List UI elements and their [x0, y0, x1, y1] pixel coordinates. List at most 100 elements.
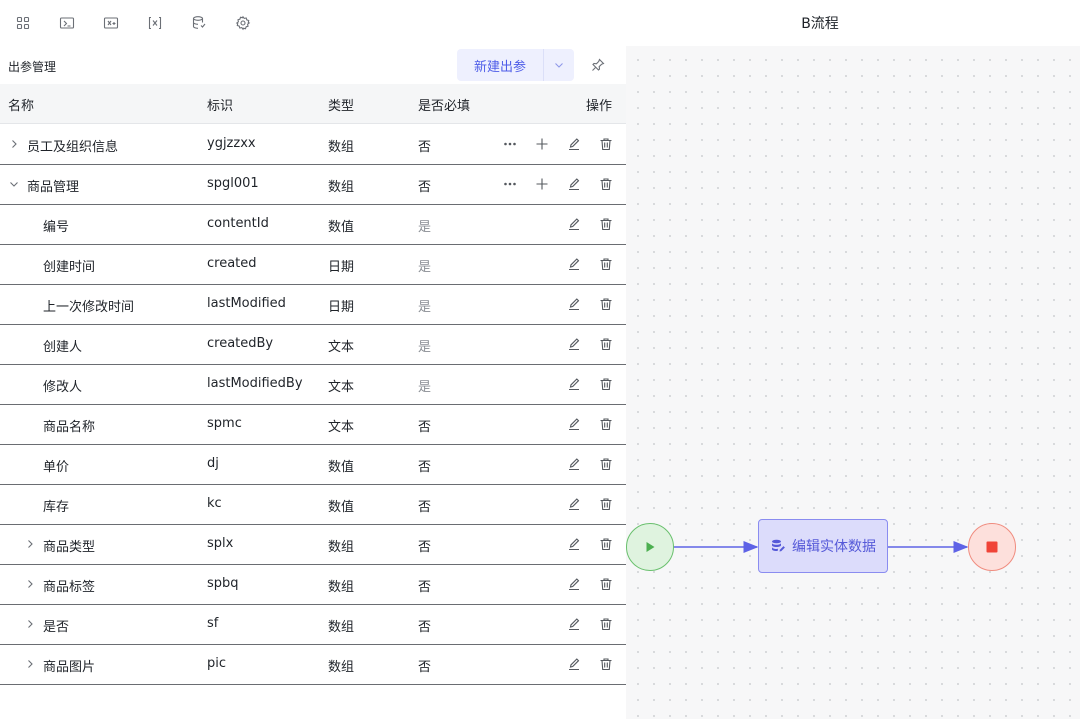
table-row[interactable]: 库存 kc 数值 否 [0, 485, 626, 525]
delete-icon[interactable] [598, 296, 614, 312]
delete-icon[interactable] [598, 416, 614, 432]
header-type: 类型 [328, 99, 355, 114]
edit-icon[interactable] [566, 536, 582, 552]
start-node[interactable] [626, 523, 674, 571]
param-name: 单价 [43, 460, 70, 475]
chevron-right-icon[interactable] [25, 657, 37, 671]
param-required: 否 [418, 180, 432, 195]
output-params-panel: 出参管理 新建出参 名称 标识 类型 是否必填 操作 员工及组织信息 ygjzzx… [0, 46, 626, 719]
flow-canvas[interactable]: 编辑实体数据 [626, 46, 1080, 719]
delete-icon[interactable] [598, 496, 614, 512]
param-required: 否 [418, 620, 432, 635]
table-row[interactable]: 是否 sf 数组 否 [0, 605, 626, 645]
edit-icon[interactable] [566, 376, 582, 392]
more-icon[interactable] [502, 176, 518, 192]
chevron-right-icon[interactable] [25, 617, 37, 631]
table-row[interactable]: 商品标签 spbq 数组 否 [0, 565, 626, 605]
edit-icon[interactable] [566, 296, 582, 312]
edit-icon[interactable] [566, 456, 582, 472]
param-id: spbq [207, 576, 239, 591]
param-type: 数值 [328, 220, 355, 235]
flow-title: B流程 [801, 16, 839, 32]
param-required: 否 [418, 540, 432, 555]
panel-title: 出参管理 [8, 60, 57, 74]
edit-icon[interactable] [566, 416, 582, 432]
param-id: contentId [207, 216, 269, 231]
param-required: 否 [418, 580, 432, 595]
table-row[interactable]: 创建时间 created 日期 是 [0, 245, 626, 285]
edit-icon[interactable] [566, 656, 582, 672]
database-icon[interactable] [190, 14, 208, 32]
param-type: 数组 [328, 180, 355, 195]
database-edit-icon [770, 538, 786, 554]
edit-icon[interactable] [566, 576, 582, 592]
edit-entity-task-node[interactable]: 编辑实体数据 [758, 519, 888, 573]
pin-icon[interactable] [588, 55, 608, 75]
param-name: 创建人 [43, 340, 83, 355]
add-child-icon[interactable] [534, 136, 550, 152]
edit-icon[interactable] [566, 616, 582, 632]
table-row[interactable]: 上一次修改时间 lastModified 日期 是 [0, 285, 626, 325]
param-id: spmc [207, 416, 242, 431]
edit-icon[interactable] [566, 136, 582, 152]
chevron-right-icon[interactable] [25, 577, 37, 591]
table-row[interactable]: 创建人 createdBy 文本 是 [0, 325, 626, 365]
delete-icon[interactable] [598, 216, 614, 232]
edit-icon[interactable] [566, 496, 582, 512]
param-required: 否 [418, 460, 432, 475]
param-required: 是 [418, 340, 432, 355]
edit-icon[interactable] [566, 336, 582, 352]
variable-out-icon[interactable] [102, 14, 120, 32]
delete-icon[interactable] [598, 336, 614, 352]
param-name: 商品管理 [27, 180, 80, 195]
new-output-param-button[interactable]: 新建出参 [457, 49, 544, 81]
table-row[interactable]: 商品管理 spgl001 数组 否 [0, 165, 626, 205]
delete-icon[interactable] [598, 616, 614, 632]
edit-icon[interactable] [566, 256, 582, 272]
table-row[interactable]: 商品名称 spmc 文本 否 [0, 405, 626, 445]
param-required: 否 [418, 500, 432, 515]
chevron-right-icon[interactable] [25, 537, 37, 551]
variable-in-icon[interactable] [58, 14, 76, 32]
variable-fx-icon[interactable] [146, 14, 164, 32]
delete-icon[interactable] [598, 576, 614, 592]
table-row[interactable]: 商品类型 splx 数组 否 [0, 525, 626, 565]
flow-edges [674, 541, 969, 553]
param-id: spgl001 [207, 176, 259, 191]
chevron-down-icon [553, 59, 565, 71]
table-row[interactable]: 员工及组织信息 ygjzzxx 数组 否 [0, 125, 626, 165]
delete-icon[interactable] [598, 256, 614, 272]
edit-icon[interactable] [566, 216, 582, 232]
delete-icon[interactable] [598, 176, 614, 192]
delete-icon[interactable] [598, 456, 614, 472]
param-type: 数值 [328, 500, 355, 515]
end-node[interactable] [968, 523, 1016, 571]
param-id: splx [207, 536, 234, 551]
param-type: 文本 [328, 340, 355, 355]
delete-icon[interactable] [598, 136, 614, 152]
table-row[interactable]: 单价 dj 数值 否 [0, 445, 626, 485]
delete-icon[interactable] [598, 656, 614, 672]
param-id: sf [207, 616, 219, 631]
param-name: 商品图片 [43, 660, 96, 675]
gear-icon[interactable] [234, 14, 252, 32]
param-id: lastModifiedBy [207, 376, 303, 391]
table-row[interactable]: 修改人 lastModifiedBy 文本 是 [0, 365, 626, 405]
header-required: 是否必填 [418, 99, 471, 114]
delete-icon[interactable] [598, 536, 614, 552]
table-row[interactable]: 商品图片 pic 数组 否 [0, 645, 626, 685]
new-param-dropdown-button[interactable] [544, 49, 574, 81]
task-node-label: 编辑实体数据 [792, 539, 876, 555]
param-type: 日期 [328, 300, 355, 315]
grid-icon[interactable] [14, 14, 32, 32]
param-id: dj [207, 456, 219, 471]
param-name: 是否 [43, 620, 70, 635]
edit-icon[interactable] [566, 176, 582, 192]
chevron-right-icon[interactable] [9, 137, 21, 151]
more-icon[interactable] [502, 136, 518, 152]
table-row[interactable]: 编号 contentId 数值 是 [0, 205, 626, 245]
delete-icon[interactable] [598, 376, 614, 392]
chevron-down-icon[interactable] [9, 177, 21, 191]
param-name: 库存 [43, 500, 70, 515]
add-child-icon[interactable] [534, 176, 550, 192]
